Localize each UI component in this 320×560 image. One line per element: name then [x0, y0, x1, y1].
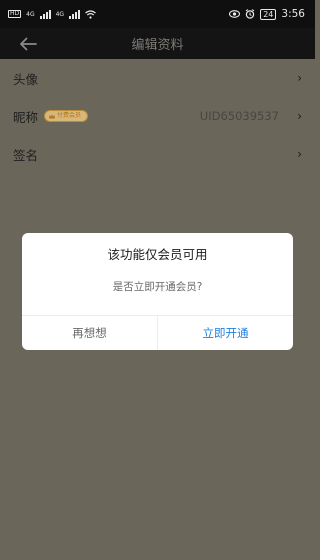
arrow-left-icon [20, 37, 37, 51]
dialog-title: 该功能仅会员可用 [107, 247, 208, 262]
page-title: 编辑资料 [131, 38, 184, 53]
uid-value: UID65039537 [199, 109, 279, 123]
status-time: 3:56 [281, 8, 305, 20]
battery-indicator: 24 [260, 8, 277, 20]
chevron-right-icon: › [297, 147, 302, 161]
eye-icon [229, 10, 241, 18]
signature-label: 签名 [13, 147, 39, 163]
vip-badge: 付费会员 [44, 110, 89, 122]
back-button[interactable] [17, 33, 39, 55]
nickname-label: 昵称 [13, 109, 39, 125]
nickname-row[interactable]: 昵称 付费会员 UID65039537 › [0, 97, 315, 135]
chevron-right-icon: › [297, 109, 302, 123]
open-membership-button[interactable]: 立即开通 [158, 316, 293, 350]
dialog-actions: 再想想 立即开通 [22, 315, 293, 350]
profile-list: 头像 › 昵称 付费会员 UID65039537 › 签名 › [0, 59, 315, 173]
cancel-button[interactable]: 再想想 [22, 316, 158, 350]
hd-tag: HD [8, 10, 22, 18]
alarm-icon [245, 9, 255, 19]
vip-badge-label: 付费会员 [57, 112, 82, 119]
status-right: 24 3:56 [229, 8, 305, 20]
signal-icon [69, 9, 81, 19]
signal-2-label: 4G [55, 10, 65, 18]
crown-icon [49, 113, 56, 118]
dialog-message: 是否立即开通会员? [112, 281, 203, 293]
chevron-right-icon: › [297, 71, 302, 85]
signature-row[interactable]: 签名 › [0, 135, 315, 173]
wifi-icon [85, 9, 96, 19]
nav-bar: 编辑资料 [0, 28, 315, 59]
membership-dialog: 该功能仅会员可用 是否立即开通会员? 再想想 立即开通 [22, 233, 293, 350]
avatar-row[interactable]: 头像 › [0, 59, 315, 97]
status-bar: HD 4G 4G 24 3:56 [0, 0, 315, 28]
status-left: HD 4G 4G [8, 9, 96, 19]
signal-icon [39, 9, 51, 19]
signal-1-label: 4G [26, 10, 35, 18]
avatar-label: 头像 [13, 71, 39, 87]
